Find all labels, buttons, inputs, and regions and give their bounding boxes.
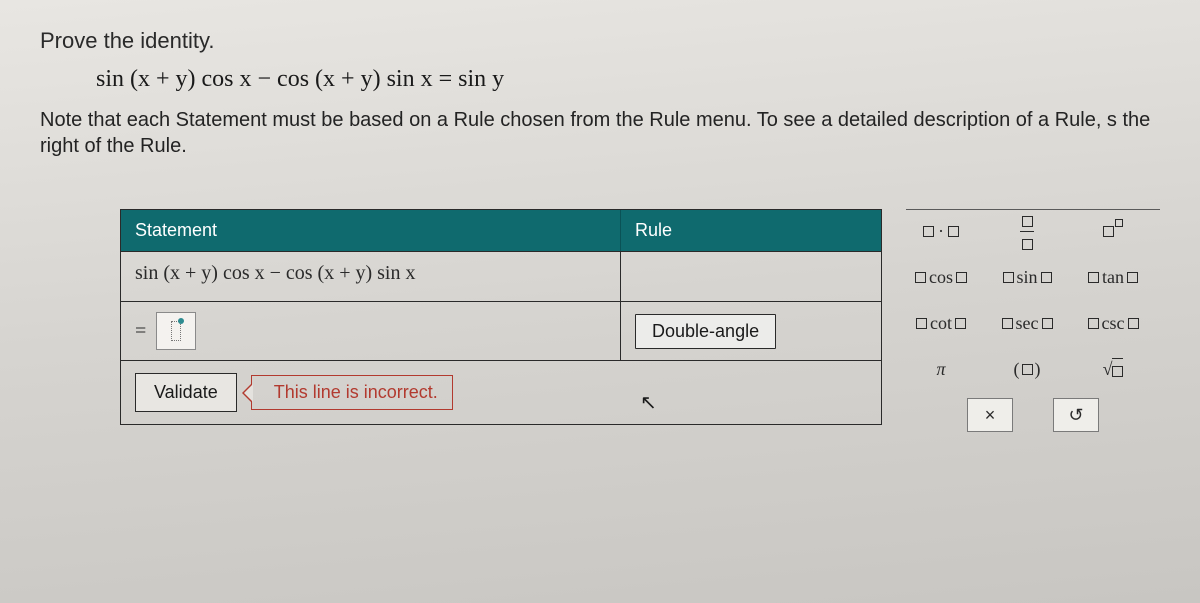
- symbol-palette: · cos sin tan: [906, 209, 1160, 432]
- palette-sin[interactable]: sin: [992, 260, 1062, 294]
- table-header: Statement Rule: [121, 210, 881, 251]
- palette-cot[interactable]: cot: [906, 306, 976, 340]
- palette-fraction[interactable]: [992, 214, 1062, 248]
- statement-input[interactable]: [156, 312, 196, 350]
- palette-sqrt[interactable]: √: [1078, 352, 1148, 386]
- palette-parens[interactable]: (): [992, 352, 1062, 386]
- header-statement: Statement: [121, 210, 621, 251]
- statement-expression-1: sin (x + y) cos x − cos (x + y) sin x: [135, 262, 415, 284]
- rule-cell-1: [621, 252, 881, 301]
- rule-cell-2[interactable]: Double-angle: [621, 302, 881, 360]
- error-message: This line is incorrect.: [251, 375, 453, 410]
- palette-sec[interactable]: sec: [992, 306, 1062, 340]
- palette-csc[interactable]: csc: [1078, 306, 1148, 340]
- validate-row: Validate This line is incorrect.: [121, 360, 881, 424]
- prompt-heading: Prove the identity.: [40, 28, 1160, 54]
- rule-chip-double-angle[interactable]: Double-angle: [635, 314, 776, 349]
- reset-button[interactable]: ↺: [1053, 398, 1099, 432]
- header-rule: Rule: [621, 210, 881, 251]
- clear-button[interactable]: ×: [967, 398, 1013, 432]
- statement-cell-1: sin (x + y) cos x − cos (x + y) sin x: [121, 252, 621, 301]
- input-placeholder-icon: [171, 321, 181, 341]
- palette-row: cos sin tan: [906, 260, 1160, 294]
- palette-power[interactable]: [1078, 214, 1148, 248]
- palette-actions: × ↺: [906, 398, 1160, 432]
- identity-expression: sin (x + y) cos x − cos (x + y) sin x = …: [96, 66, 1160, 93]
- palette-cos[interactable]: cos: [906, 260, 976, 294]
- palette-pi[interactable]: π: [906, 352, 976, 386]
- work-area: Statement Rule sin (x + y) cos x − cos (…: [120, 209, 1160, 432]
- palette-row: cot sec csc: [906, 306, 1160, 340]
- reset-icon: ↺: [1068, 405, 1083, 426]
- instruction-note: Note that each Statement must be based o…: [40, 107, 1160, 159]
- close-icon: ×: [985, 405, 996, 426]
- table-row: = Double-angle: [121, 301, 881, 360]
- proof-table: Statement Rule sin (x + y) cos x − cos (…: [120, 209, 882, 425]
- palette-tan[interactable]: tan: [1078, 260, 1148, 294]
- equals-sign: =: [135, 320, 146, 343]
- palette-row: π () √: [906, 352, 1160, 386]
- palette-row: ·: [906, 214, 1160, 248]
- validate-button[interactable]: Validate: [135, 373, 237, 412]
- exercise-screen: Prove the identity. sin (x + y) cos x − …: [0, 0, 1200, 603]
- table-row: sin (x + y) cos x − cos (x + y) sin x: [121, 251, 881, 301]
- statement-cell-2: =: [121, 302, 621, 360]
- palette-multiply[interactable]: ·: [906, 214, 976, 248]
